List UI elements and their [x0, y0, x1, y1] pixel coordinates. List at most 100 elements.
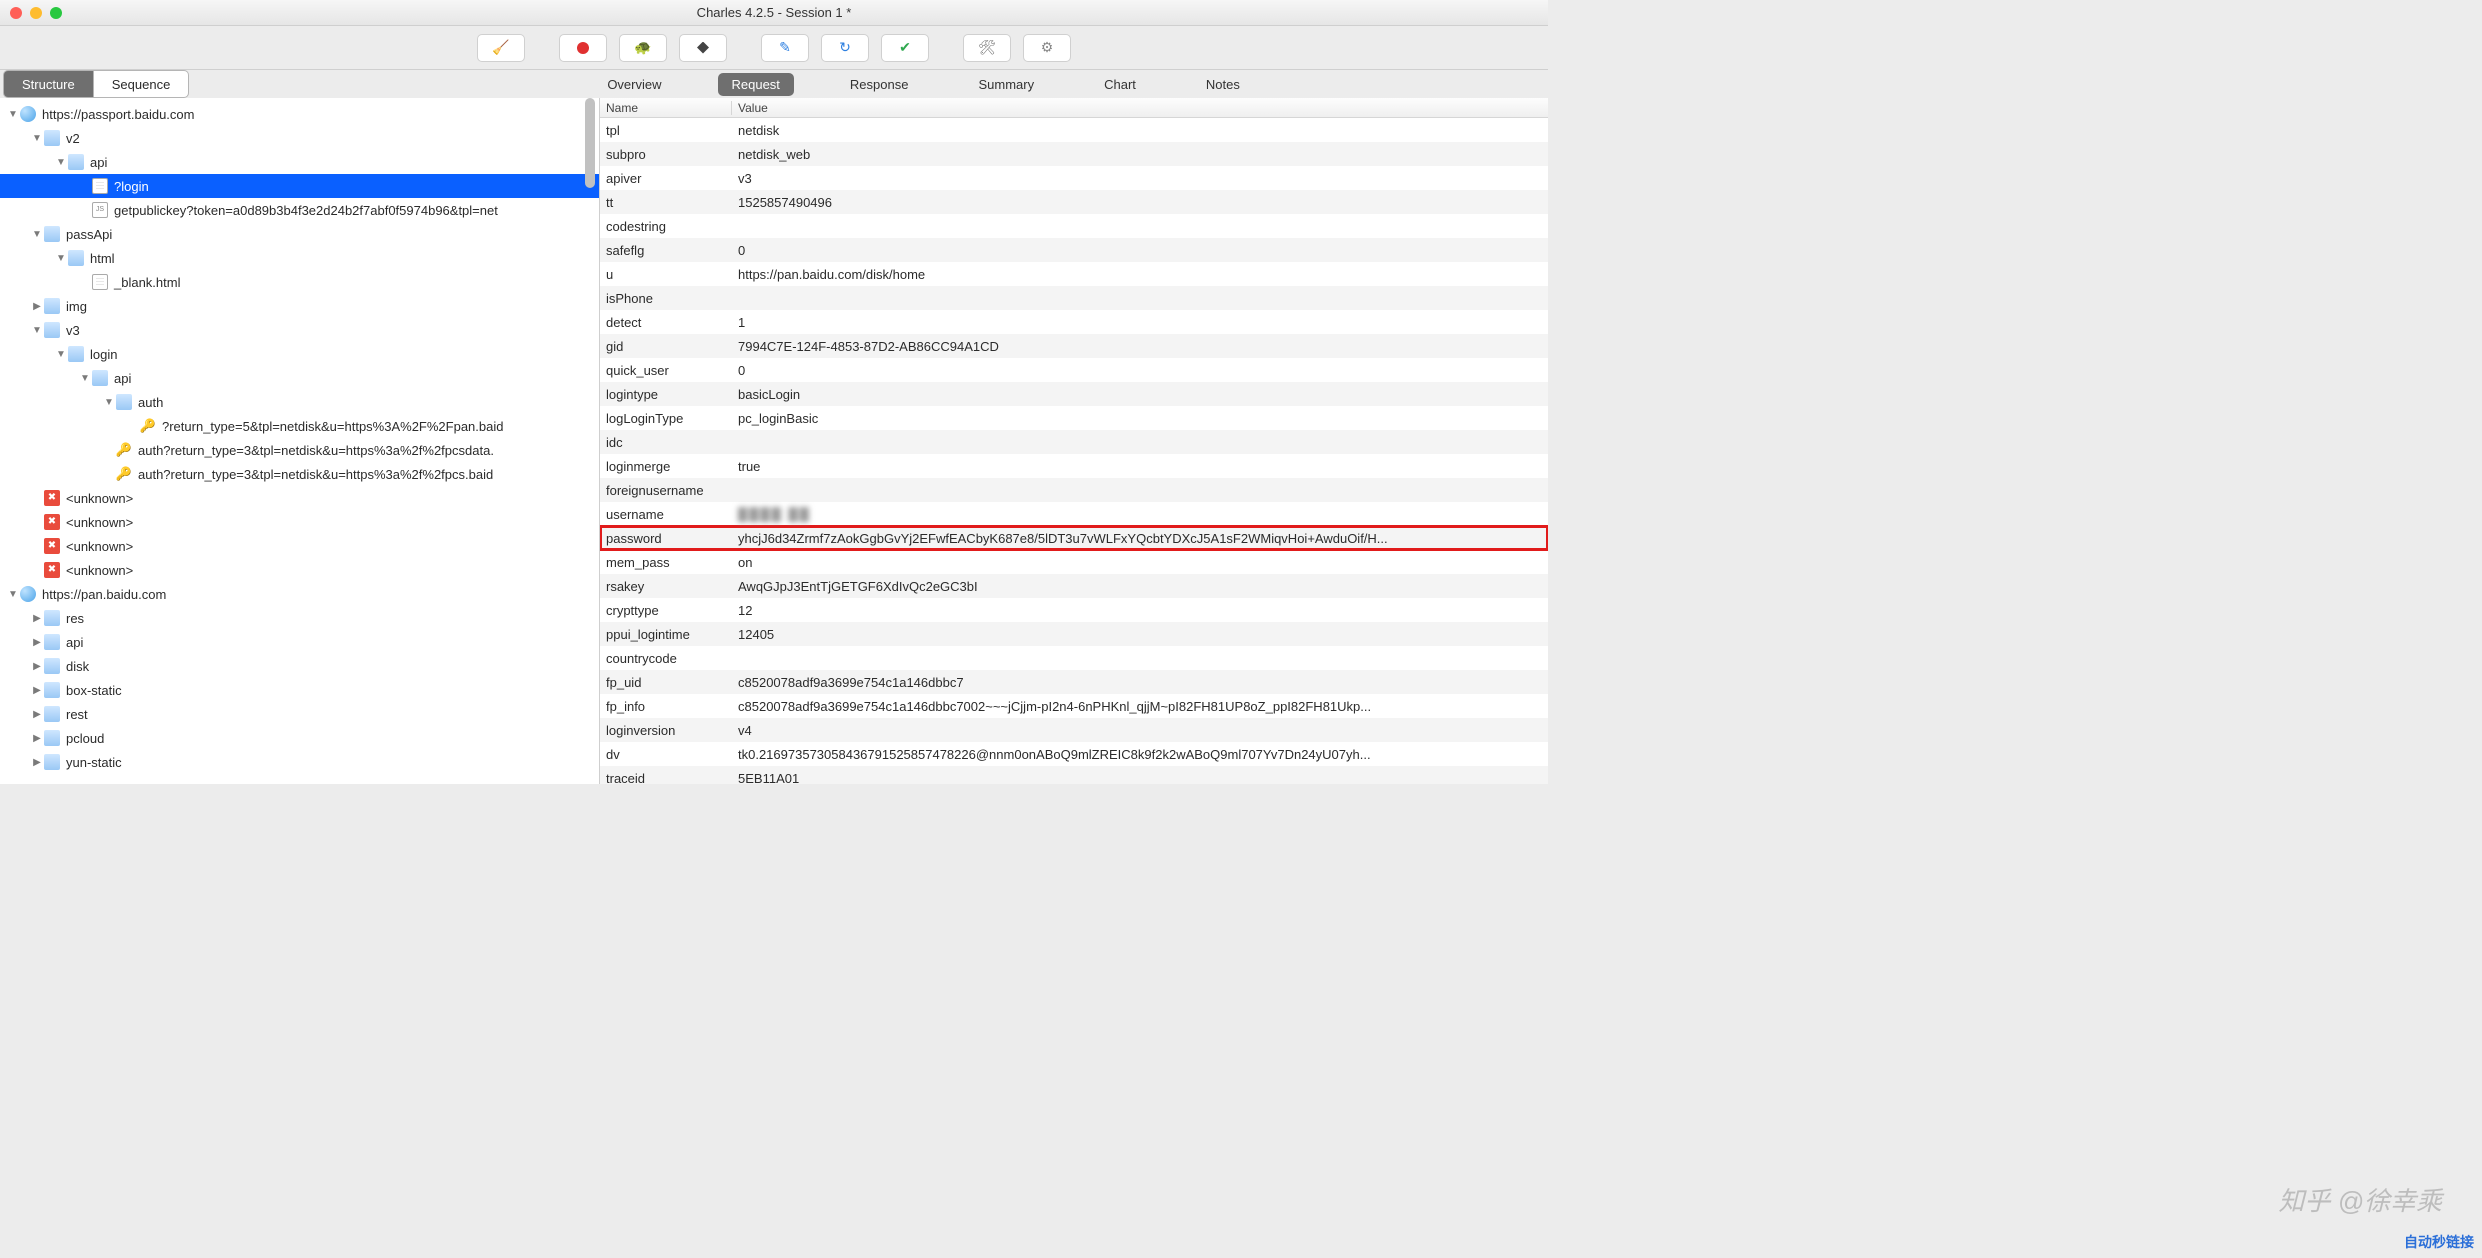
param-row[interactable]: username████ ██ — [600, 502, 1548, 526]
param-row[interactable]: fp_uidc8520078adf9a3699e754c1a146dbbc7 — [600, 670, 1548, 694]
disclosure-triangle[interactable] — [30, 133, 44, 144]
disclosure-triangle[interactable] — [30, 685, 44, 696]
tree-row[interactable]: yun-static — [0, 750, 599, 774]
record-button[interactable] — [559, 34, 607, 62]
tree-row[interactable]: <unknown> — [0, 486, 599, 510]
param-row[interactable]: ppui_logintime12405 — [600, 622, 1548, 646]
tree-row[interactable]: login — [0, 342, 599, 366]
param-row[interactable]: tplnetdisk — [600, 118, 1548, 142]
disclosure-triangle[interactable] — [30, 709, 44, 720]
tree-row[interactable]: auth?return_type=3&tpl=netdisk&u=https%3… — [0, 462, 599, 486]
tree-label: <unknown> — [66, 491, 133, 506]
tree-row[interactable]: img — [0, 294, 599, 318]
param-row[interactable]: logLoginTypepc_loginBasic — [600, 406, 1548, 430]
sequence-tab[interactable]: Sequence — [94, 70, 190, 98]
disclosure-triangle[interactable] — [54, 157, 68, 168]
tree-row[interactable]: disk — [0, 654, 599, 678]
disclosure-triangle[interactable] — [102, 397, 116, 408]
param-row[interactable]: uhttps://pan.baidu.com/disk/home — [600, 262, 1548, 286]
repeat-button[interactable]: ↻ — [821, 34, 869, 62]
summary-tab[interactable]: Summary — [964, 73, 1048, 96]
tree-row[interactable]: _blank.html — [0, 270, 599, 294]
chart-tab[interactable]: Chart — [1090, 73, 1150, 96]
tree-row[interactable]: api — [0, 630, 599, 654]
tree-row[interactable]: pcloud — [0, 726, 599, 750]
tools-button[interactable]: 🛠 — [963, 34, 1011, 62]
disclosure-triangle[interactable] — [30, 757, 44, 768]
param-row[interactable]: idc — [600, 430, 1548, 454]
param-row[interactable]: logintypebasicLogin — [600, 382, 1548, 406]
disclosure-triangle[interactable] — [30, 613, 44, 624]
param-row[interactable]: codestring — [600, 214, 1548, 238]
overview-tab[interactable]: Overview — [593, 73, 675, 96]
broom-button[interactable]: 🧹 — [477, 34, 525, 62]
close-window-button[interactable] — [10, 7, 22, 19]
disclosure-triangle[interactable] — [30, 661, 44, 672]
param-row[interactable]: traceid5EB11A01 — [600, 766, 1548, 784]
tree-label: v3 — [66, 323, 80, 338]
param-row[interactable]: crypttype12 — [600, 598, 1548, 622]
disclosure-triangle[interactable] — [30, 637, 44, 648]
tree-row[interactable]: ?login — [0, 174, 599, 198]
tree-row[interactable]: passApi — [0, 222, 599, 246]
param-row[interactable]: rsakeyAwqGJpJ3EntTjGETGF6XdIvQc2eGC3bI — [600, 574, 1548, 598]
tree-row[interactable]: getpublickey?token=a0d89b3b4f3e2d24b2f7a… — [0, 198, 599, 222]
disclosure-triangle[interactable] — [54, 253, 68, 264]
tree-row[interactable]: ?return_type=5&tpl=netdisk&u=https%3A%2F… — [0, 414, 599, 438]
breakpoint-button[interactable] — [679, 34, 727, 62]
tree-row[interactable]: <unknown> — [0, 534, 599, 558]
column-name[interactable]: Name — [600, 101, 732, 115]
column-value[interactable]: Value — [732, 101, 1548, 115]
param-row[interactable]: dvtk0.216973573058436791525857478226@nnm… — [600, 742, 1548, 766]
param-row[interactable]: safeflg0 — [600, 238, 1548, 262]
param-row[interactable]: foreignusername — [600, 478, 1548, 502]
param-row[interactable]: quick_user0 — [600, 358, 1548, 382]
throttle-button[interactable]: 🐢 — [619, 34, 667, 62]
disclosure-triangle[interactable] — [30, 733, 44, 744]
disclosure-triangle[interactable] — [78, 373, 92, 384]
tree-row[interactable]: api — [0, 150, 599, 174]
response-tab[interactable]: Response — [836, 73, 923, 96]
tree-row[interactable]: api — [0, 366, 599, 390]
param-row[interactable]: subpronetdisk_web — [600, 142, 1548, 166]
tree-row[interactable]: rest — [0, 702, 599, 726]
tree-row[interactable]: res — [0, 606, 599, 630]
tree-row[interactable]: https://pan.baidu.com — [0, 582, 599, 606]
param-row[interactable]: fp_infoc8520078adf9a3699e754c1a146dbbc70… — [600, 694, 1548, 718]
tree-row[interactable]: <unknown> — [0, 558, 599, 582]
tree-row[interactable]: box-static — [0, 678, 599, 702]
param-row[interactable]: isPhone — [600, 286, 1548, 310]
err-icon — [44, 490, 60, 506]
edit-button[interactable]: ✎ — [761, 34, 809, 62]
disclosure-triangle[interactable] — [54, 349, 68, 360]
tree-row[interactable]: v2 — [0, 126, 599, 150]
minimize-window-button[interactable] — [30, 7, 42, 19]
param-row[interactable]: gid7994C7E-124F-4853-87D2-AB86CC94A1CD — [600, 334, 1548, 358]
disclosure-triangle[interactable] — [30, 325, 44, 336]
zoom-window-button[interactable] — [50, 7, 62, 19]
param-row[interactable]: detect1 — [600, 310, 1548, 334]
param-row[interactable]: passwordyhcjJ6d34Zrmf7zAokGgbGvYj2EFwfEA… — [600, 526, 1548, 550]
disclosure-triangle[interactable] — [6, 589, 20, 600]
tree-row[interactable]: html — [0, 246, 599, 270]
tree-row[interactable]: v3 — [0, 318, 599, 342]
param-row[interactable]: apiverv3 — [600, 166, 1548, 190]
structure-tab[interactable]: Structure — [3, 70, 94, 98]
param-row[interactable]: mem_passon — [600, 550, 1548, 574]
param-row[interactable]: loginmergetrue — [600, 454, 1548, 478]
disclosure-triangle[interactable] — [30, 229, 44, 240]
tree-row[interactable]: auth — [0, 390, 599, 414]
tree-row[interactable]: <unknown> — [0, 510, 599, 534]
notes-tab[interactable]: Notes — [1192, 73, 1254, 96]
tree-row[interactable]: auth?return_type=3&tpl=netdisk&u=https%3… — [0, 438, 599, 462]
param-row[interactable]: tt1525857490496 — [600, 190, 1548, 214]
param-row[interactable]: loginversionv4 — [600, 718, 1548, 742]
disclosure-triangle[interactable] — [30, 301, 44, 312]
sidebar-scrollbar[interactable] — [583, 98, 597, 784]
tree-row[interactable]: https://passport.baidu.com — [0, 102, 599, 126]
validate-button[interactable]: ✔ — [881, 34, 929, 62]
settings-button[interactable]: ⚙ — [1023, 34, 1071, 62]
disclosure-triangle[interactable] — [6, 109, 20, 120]
request-tab[interactable]: Request — [718, 73, 794, 96]
param-row[interactable]: countrycode — [600, 646, 1548, 670]
